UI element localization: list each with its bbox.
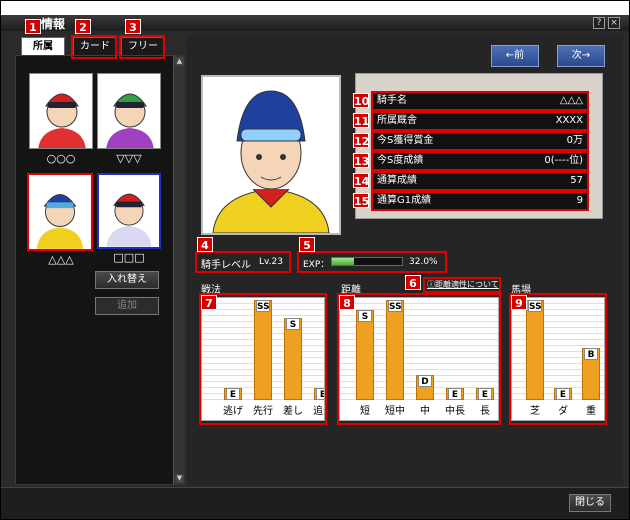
tab-affiliation-label: 所属 bbox=[33, 41, 53, 52]
jockey-name-3: △△△ bbox=[48, 253, 74, 266]
tab-affiliation[interactable]: 所属 bbox=[21, 37, 65, 57]
jockey-name-1: ○○○ bbox=[46, 152, 76, 165]
badge-11: 11 bbox=[353, 113, 370, 128]
next-button[interactable]: 次→ bbox=[557, 45, 605, 67]
jockey-card-2[interactable] bbox=[97, 73, 161, 149]
highlight-tactics bbox=[199, 293, 327, 425]
title-bar: 情報 ? × bbox=[1, 1, 629, 31]
highlight-exp bbox=[297, 251, 447, 273]
highlight-14 bbox=[371, 171, 589, 191]
badge-5: 5 bbox=[299, 237, 315, 252]
badge-13: 13 bbox=[353, 153, 370, 168]
badge-8: 8 bbox=[339, 295, 355, 310]
footer-bar: 閉じる bbox=[1, 487, 629, 519]
badge-6: 6 bbox=[405, 275, 421, 290]
highlight-distance-link bbox=[423, 277, 501, 293]
close-icon[interactable]: × bbox=[608, 17, 620, 29]
highlight-13 bbox=[371, 151, 589, 171]
highlight-track bbox=[509, 293, 607, 425]
add-button[interactable]: 追加 bbox=[95, 297, 159, 315]
highlight-level bbox=[195, 251, 291, 273]
jockey-card-3-selected[interactable] bbox=[27, 173, 93, 251]
highlight-12 bbox=[371, 131, 589, 151]
jockey-info-window: 情報 ? × 所属 カード フリー 1 2 3 ▲ ▼ ○○○ ▽▽▽ △△△ … bbox=[0, 0, 630, 520]
jockey-card-1[interactable] bbox=[29, 73, 93, 149]
badge-12: 12 bbox=[353, 133, 370, 148]
badge-3: 3 bbox=[125, 19, 141, 34]
jockey-name-2: ▽▽▽ bbox=[116, 152, 142, 165]
highlight-11 bbox=[371, 111, 589, 131]
scrollbar[interactable]: ▲ ▼ bbox=[173, 55, 185, 485]
swap-button[interactable]: 入れ替え bbox=[95, 271, 159, 289]
jockey-name-4: □□□ bbox=[113, 251, 145, 264]
badge-14: 14 bbox=[353, 173, 370, 188]
badge-15: 15 bbox=[353, 193, 370, 208]
highlight-tab-free bbox=[119, 35, 165, 59]
highlight-tab-card bbox=[71, 35, 117, 59]
badge-7: 7 bbox=[201, 295, 217, 310]
jockey-card-4[interactable] bbox=[97, 173, 161, 249]
jockey-portrait bbox=[201, 75, 341, 235]
highlight-10 bbox=[371, 91, 589, 111]
window-title: 情報 bbox=[41, 17, 66, 31]
badge-1: 1 bbox=[25, 19, 41, 34]
prev-button[interactable]: ←前 bbox=[491, 45, 539, 67]
scroll-down-icon[interactable]: ▼ bbox=[175, 474, 184, 483]
highlight-distance bbox=[337, 293, 501, 425]
badge-2: 2 bbox=[75, 19, 91, 34]
highlight-15 bbox=[371, 191, 589, 211]
scroll-up-icon[interactable]: ▲ bbox=[175, 57, 184, 66]
help-button[interactable]: ? bbox=[593, 17, 605, 29]
badge-9: 9 bbox=[511, 295, 527, 310]
badge-10: 10 bbox=[353, 93, 370, 108]
badge-4: 4 bbox=[197, 237, 213, 252]
close-button[interactable]: 閉じる bbox=[569, 494, 611, 512]
